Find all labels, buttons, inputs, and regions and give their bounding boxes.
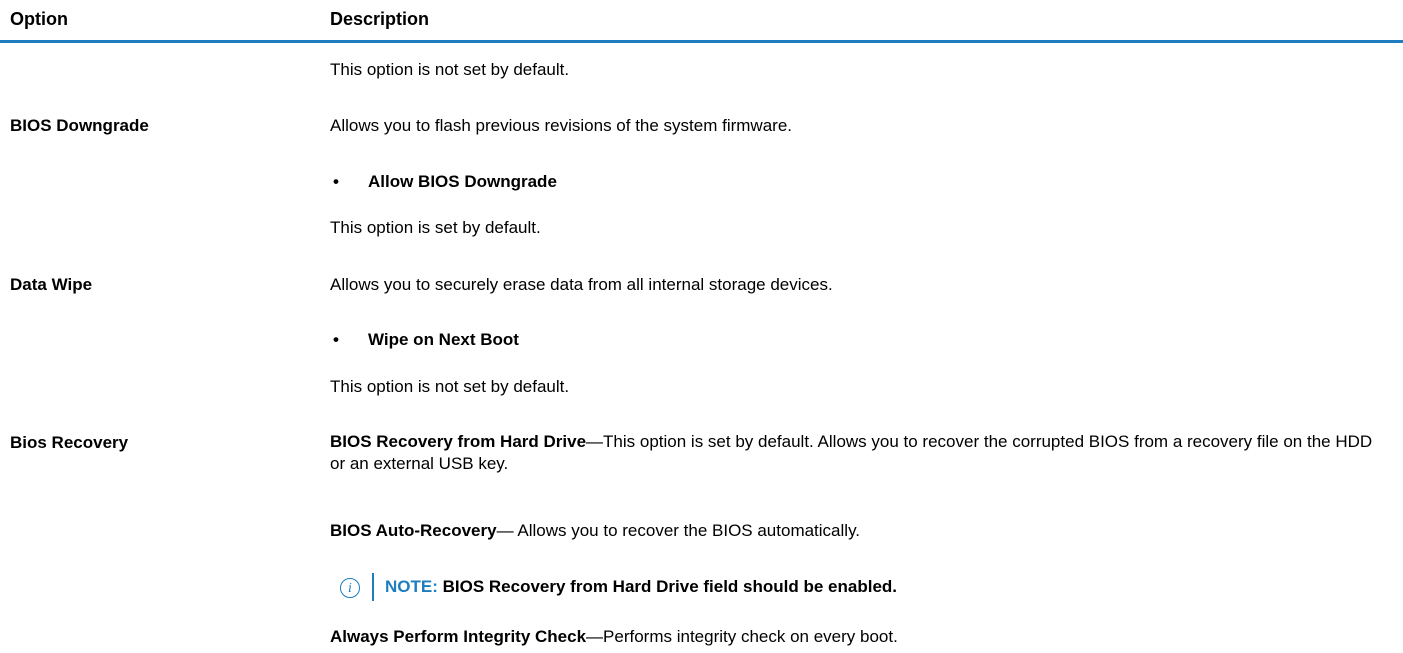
auto-recovery-text: — Allows you to recover the BIOS automat… <box>496 521 861 540</box>
option-column-header: Option <box>10 9 68 29</box>
bullet-marker: • <box>333 330 339 349</box>
recovery-from-hard-drive-title: BIOS Recovery from Hard Drive <box>330 432 587 451</box>
recovery-from-hard-drive-paragraph: BIOS Recovery from Hard Drive—This optio… <box>330 431 1390 475</box>
header-divider <box>0 40 1403 43</box>
note-text: BIOS Recovery from Hard Drive field shou… <box>437 577 898 596</box>
default-note: This option is not set by default. <box>330 377 570 396</box>
info-icon: i <box>340 578 360 598</box>
data-wipe-description: Allows you to securely erase data from a… <box>330 275 833 294</box>
integrity-check-title: Always Perform Integrity Check <box>330 627 587 646</box>
table-header: Option Description <box>0 0 1403 43</box>
default-note: This option is set by default. <box>330 218 541 237</box>
bullet-wipe-on-next-boot: Wipe on Next Boot <box>368 330 519 349</box>
option-data-wipe: Data Wipe <box>10 275 93 294</box>
note-label: NOTE: <box>385 577 438 596</box>
auto-recovery-title: BIOS Auto-Recovery <box>330 521 497 540</box>
option-bios-downgrade: BIOS Downgrade <box>10 116 149 135</box>
bullet-allow-bios-downgrade: Allow BIOS Downgrade <box>368 172 557 191</box>
bios-options-table: Option Description This option is not se… <box>0 0 1403 653</box>
integrity-check-text: —Performs integrity check on every boot. <box>586 627 898 646</box>
auto-recovery-paragraph: BIOS Auto-Recovery— Allows you to recove… <box>330 520 1390 542</box>
default-note: This option is not set by default. <box>330 60 570 79</box>
note: NOTE: BIOS Recovery from Hard Drive fiel… <box>385 577 897 597</box>
bullet-marker: • <box>333 172 339 191</box>
option-bios-recovery: Bios Recovery <box>10 433 129 452</box>
description-column-header: Description <box>330 9 430 29</box>
note-divider <box>372 573 374 601</box>
integrity-check-paragraph: Always Perform Integrity Check—Performs … <box>330 626 1390 648</box>
bios-downgrade-description: Allows you to flash previous revisions o… <box>330 116 793 135</box>
